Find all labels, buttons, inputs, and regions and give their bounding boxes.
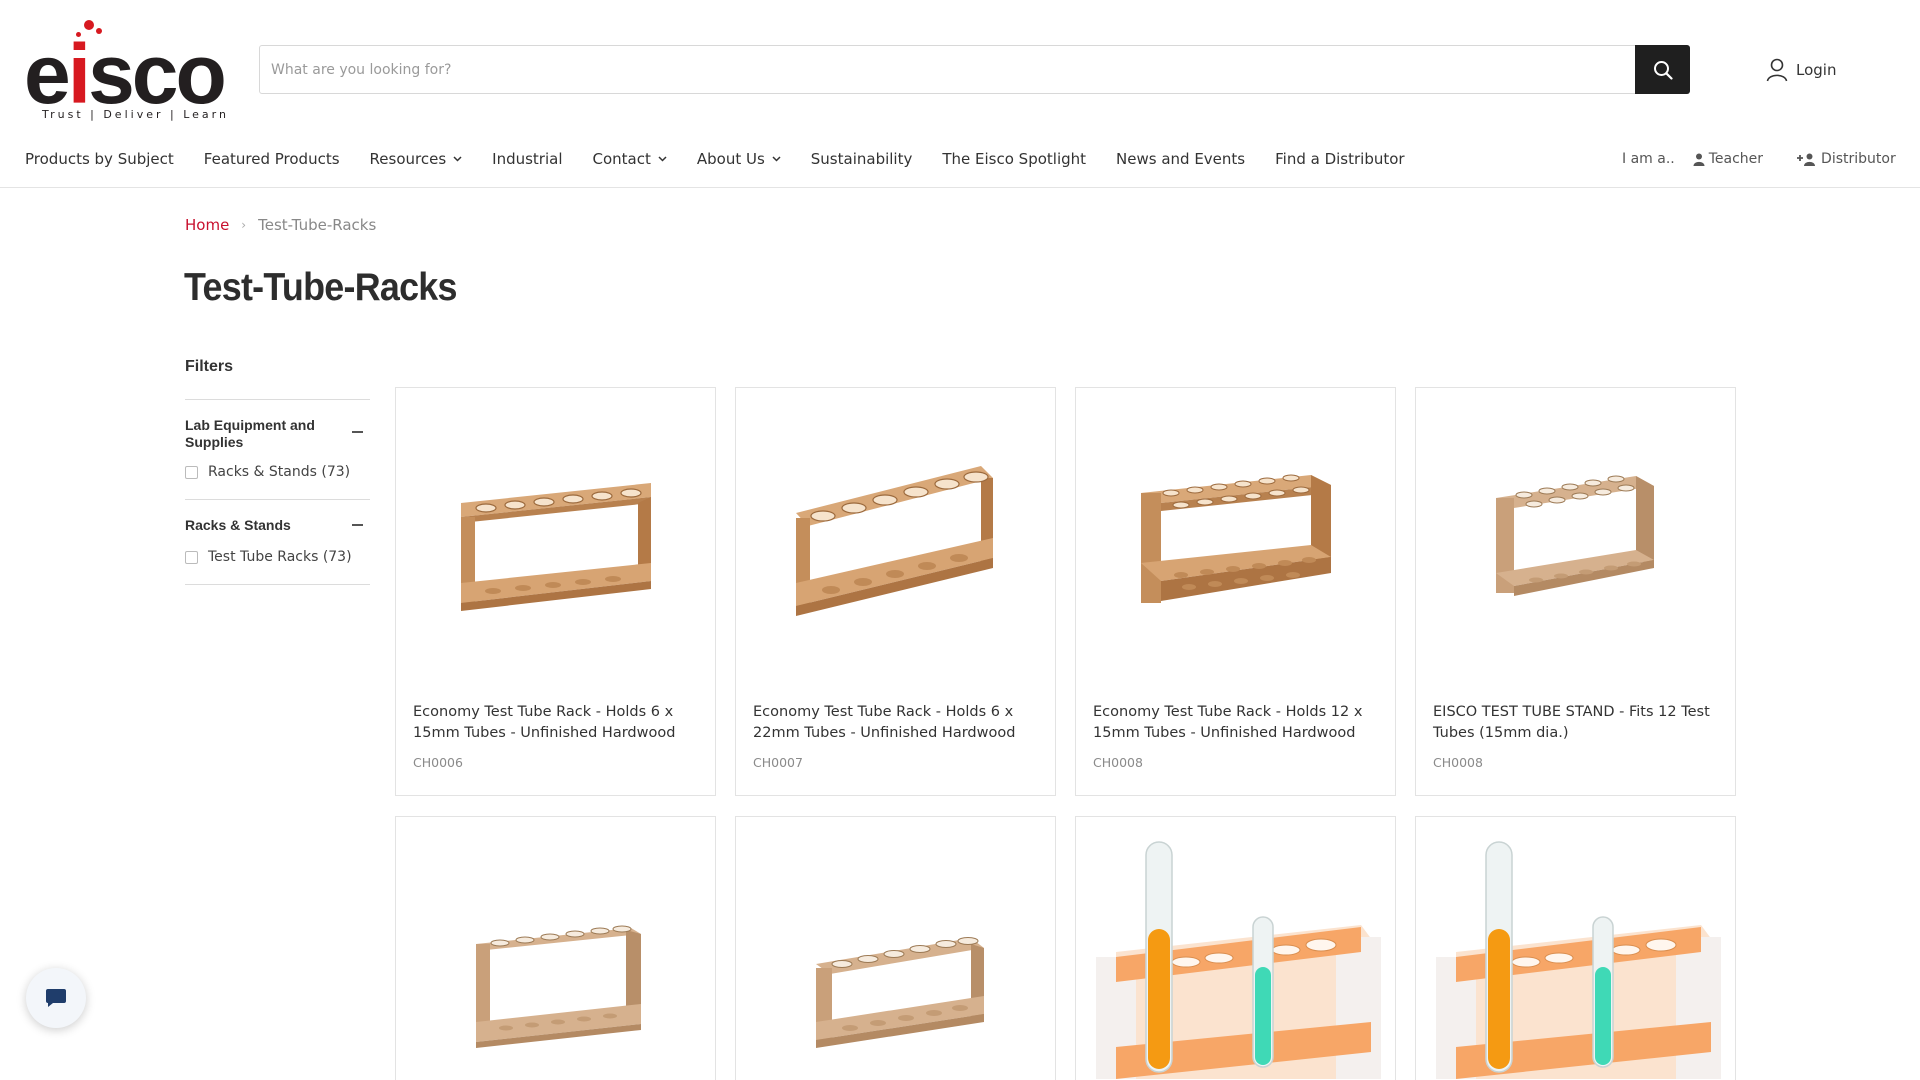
nav-item-news-and-events[interactable]: News and Events bbox=[1116, 150, 1245, 168]
collapse-minus-icon bbox=[352, 431, 363, 433]
filters-divider bbox=[185, 584, 370, 585]
nav-item-industrial[interactable]: Industrial bbox=[492, 150, 562, 168]
product-image[interactable] bbox=[1076, 388, 1395, 688]
filter-group-racks-stands: Racks & Stands Test Tube Racks (73) bbox=[185, 499, 370, 584]
product-name[interactable]: EISCO TEST TUBE STAND - Fits 12 Test Tub… bbox=[1433, 702, 1723, 744]
test-tube-rack-image bbox=[1495, 475, 1654, 596]
nav-item-resources[interactable]: Resources bbox=[370, 150, 463, 168]
user-icon bbox=[1766, 58, 1788, 82]
nav-item-sustainability[interactable]: Sustainability bbox=[811, 150, 913, 168]
logo-tagline: Trust | Deliver | Learn bbox=[42, 108, 229, 121]
test-tube-rack-image bbox=[795, 466, 993, 616]
distributor-button[interactable]: Distributor bbox=[1797, 151, 1896, 167]
breadcrumb-current: Test-Tube-Racks bbox=[258, 216, 377, 234]
nav-item-find-a-distributor[interactable]: Find a Distributor bbox=[1275, 150, 1404, 168]
nav-item-featured-products[interactable]: Featured Products bbox=[204, 150, 340, 168]
chat-widget-button[interactable] bbox=[26, 968, 86, 1028]
person-icon bbox=[1693, 153, 1705, 166]
filter-group-header[interactable]: Lab Equipment and Supplies bbox=[185, 417, 370, 451]
product-card[interactable]: Economy Test Tube Rack - Holds 6 x 15mm … bbox=[395, 387, 716, 796]
product-card[interactable] bbox=[735, 816, 1056, 1080]
filter-group-header[interactable]: Racks & Stands bbox=[185, 517, 370, 534]
product-sku: CH0008 bbox=[1433, 755, 1483, 770]
search-bar bbox=[259, 45, 1690, 94]
product-image[interactable] bbox=[1416, 817, 1735, 1079]
role-switcher: I am a.. Teacher Distributor bbox=[1622, 148, 1896, 170]
chevron-down-icon bbox=[453, 156, 462, 162]
test-tube-rack-image bbox=[460, 483, 651, 611]
product-name[interactable]: Economy Test Tube Rack - Holds 6 x 15mm … bbox=[413, 702, 703, 744]
product-card[interactable] bbox=[1415, 816, 1736, 1080]
chat-icon bbox=[46, 989, 66, 1007]
filters-title: Filters bbox=[185, 358, 234, 375]
test-tube-rack-colored-image bbox=[1435, 841, 1721, 1079]
product-image[interactable] bbox=[396, 388, 715, 688]
logo-wordmark: eisco bbox=[24, 27, 227, 121]
product-card[interactable]: EISCO TEST TUBE STAND - Fits 12 Test Tub… bbox=[1415, 387, 1736, 796]
search-input[interactable] bbox=[260, 46, 1636, 93]
product-card[interactable] bbox=[395, 816, 716, 1080]
product-card[interactable]: Economy Test Tube Rack - Holds 12 x 15mm… bbox=[1075, 387, 1396, 796]
filter-checkbox[interactable] bbox=[185, 465, 198, 479]
login-link[interactable]: Login bbox=[1766, 56, 1836, 84]
filter-checkbox[interactable] bbox=[185, 550, 198, 564]
breadcrumb-home-link[interactable]: Home bbox=[185, 216, 229, 234]
product-name[interactable]: Economy Test Tube Rack - Holds 12 x 15mm… bbox=[1093, 702, 1383, 744]
test-tube-rack-image bbox=[1140, 474, 1331, 603]
nav-item-eisco-spotlight[interactable]: The Eisco Spotlight bbox=[942, 150, 1086, 168]
product-sku: CH0007 bbox=[753, 755, 803, 770]
product-image[interactable] bbox=[396, 817, 715, 1079]
chevron-down-icon bbox=[658, 156, 667, 162]
role-label: I am a.. bbox=[1622, 151, 1675, 167]
test-tube-rack-colored-image bbox=[1095, 841, 1381, 1079]
product-sku: CH0008 bbox=[1093, 755, 1143, 770]
product-sku: CH0006 bbox=[413, 755, 463, 770]
site-header: eisco Trust | Deliver | Learn Login Prod… bbox=[0, 0, 1920, 188]
product-card[interactable] bbox=[1075, 816, 1396, 1080]
test-tube-rack-image bbox=[815, 937, 984, 1048]
nav-item-products-by-subject[interactable]: Products by Subject bbox=[25, 150, 174, 168]
search-icon bbox=[1653, 60, 1673, 80]
product-image[interactable] bbox=[736, 388, 1055, 688]
product-image[interactable] bbox=[736, 817, 1055, 1079]
product-card[interactable]: Economy Test Tube Rack - Holds 6 x 22mm … bbox=[735, 387, 1056, 796]
nav-item-about-us[interactable]: About Us bbox=[697, 150, 781, 168]
filters-sidebar: Filters Lab Equipment and Supplies Racks… bbox=[185, 358, 370, 585]
nav-item-contact[interactable]: Contact bbox=[593, 150, 667, 168]
product-image[interactable] bbox=[1076, 817, 1395, 1079]
product-image[interactable] bbox=[1416, 388, 1735, 688]
filter-option-racks-stands[interactable]: Racks & Stands (73) bbox=[185, 464, 370, 480]
collapse-minus-icon bbox=[352, 524, 363, 526]
product-name[interactable]: Economy Test Tube Rack - Holds 6 x 22mm … bbox=[753, 702, 1043, 744]
chevron-down-icon bbox=[772, 156, 781, 162]
login-label: Login bbox=[1796, 61, 1837, 79]
filter-group-lab-equipment: Lab Equipment and Supplies Racks & Stand… bbox=[185, 399, 370, 499]
test-tube-rack-image bbox=[475, 925, 641, 1048]
main-nav: Products by Subject Featured Products Re… bbox=[25, 148, 1435, 170]
page-title: Test-Tube-Racks bbox=[184, 266, 457, 309]
breadcrumb: Home › Test-Tube-Racks bbox=[185, 216, 376, 234]
filter-option-test-tube-racks[interactable]: Test Tube Racks (73) bbox=[185, 549, 370, 565]
add-user-icon bbox=[1797, 153, 1816, 166]
breadcrumb-separator: › bbox=[241, 218, 247, 232]
eisco-logo[interactable]: eisco Trust | Deliver | Learn bbox=[24, 18, 240, 122]
search-button[interactable] bbox=[1635, 45, 1690, 94]
teacher-button[interactable]: Teacher bbox=[1693, 151, 1763, 167]
